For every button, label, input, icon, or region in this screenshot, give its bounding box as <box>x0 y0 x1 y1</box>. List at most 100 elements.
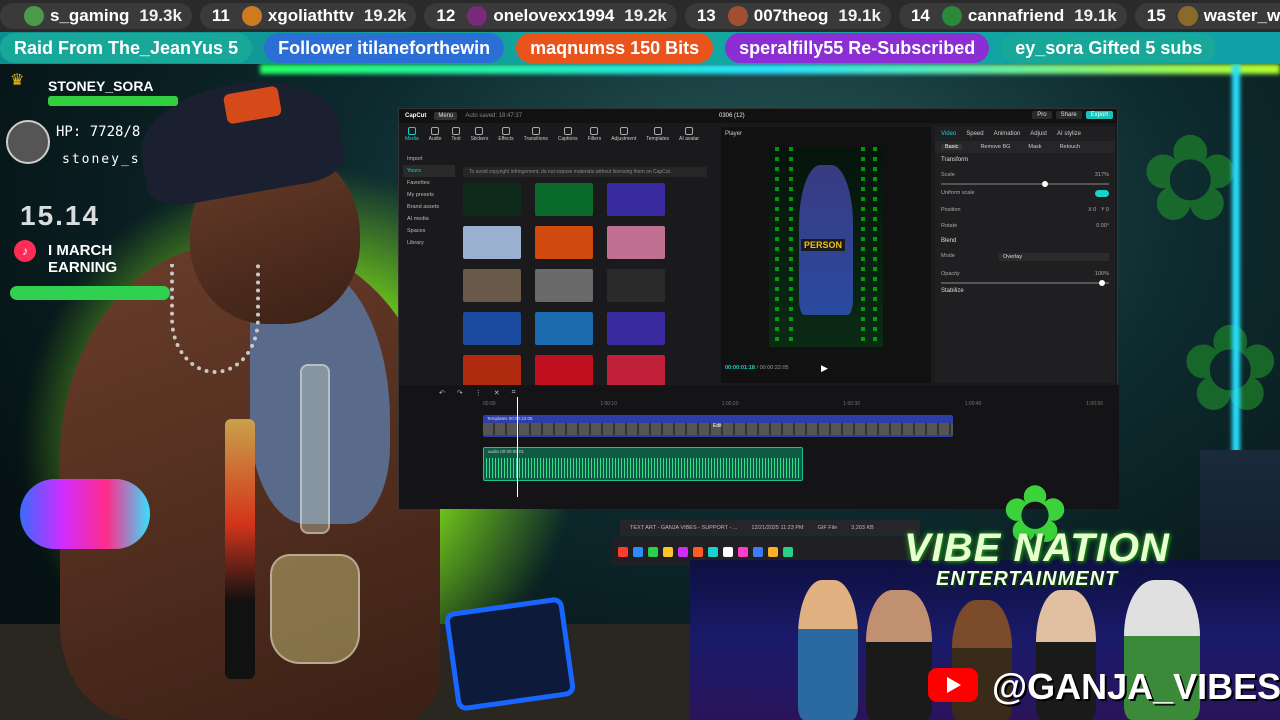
clip-edit-button[interactable]: Edit <box>713 423 722 429</box>
taskbar-app-icon[interactable] <box>663 547 673 557</box>
taskbar-app-icon[interactable] <box>633 547 643 557</box>
tab-animation[interactable]: Animation <box>994 131 1021 137</box>
media-thumbnail[interactable] <box>535 312 593 345</box>
media-thumbnail[interactable] <box>535 355 593 388</box>
tool-icon <box>431 127 440 135</box>
taskbar-app-icon[interactable] <box>618 547 628 557</box>
subtab-basic[interactable]: Basic <box>941 144 963 150</box>
media-thumbnail[interactable] <box>607 183 665 216</box>
sidebar-item-favorites[interactable]: Favorites <box>403 177 455 189</box>
media-thumbnail[interactable] <box>463 355 521 388</box>
media-sidebar: Import Yours Favorites My presets Brand asse… <box>403 153 455 383</box>
tab-adjust[interactable]: Adjust <box>1030 131 1047 137</box>
tool-transitions[interactable]: Transitions <box>524 127 548 143</box>
tool-templates[interactable]: Templates <box>646 127 669 143</box>
sidebar-item-spaces[interactable]: Spaces <box>403 225 455 237</box>
ruler-tick: 1:00:10 <box>600 401 617 407</box>
leaderboard-name: xgoliathttv <box>267 6 354 25</box>
tool-stickers[interactable]: Stickers <box>471 127 488 143</box>
media-thumbnail[interactable] <box>535 226 593 259</box>
tool-audio[interactable]: Audio <box>429 127 441 143</box>
blend-header[interactable]: Blend <box>935 234 1115 248</box>
leaderboard-count: 19.3k <box>139 6 182 25</box>
tool-icon <box>685 127 694 135</box>
glass-bong <box>270 364 360 694</box>
sidebar-item-library[interactable]: Library <box>403 237 455 249</box>
event-alert: Follower itilaneforthewin <box>264 33 505 63</box>
subtab-remove-bg[interactable]: Remove BG <box>980 144 1010 150</box>
tiktok-icon: ♪ <box>14 240 36 262</box>
media-thumbnail[interactable] <box>463 312 521 345</box>
playhead[interactable] <box>517 397 518 497</box>
tool-filters[interactable]: Filters <box>588 127 601 143</box>
media-thumbnail[interactable] <box>463 226 521 259</box>
undo-icon[interactable]: ↶ <box>439 389 445 397</box>
avatar <box>467 6 488 26</box>
menu-button[interactable]: Menu <box>434 112 458 120</box>
event-alert: ey_sora Gifted 5 subs <box>1001 33 1217 63</box>
avatar <box>24 6 44 26</box>
person-caption: PERSON <box>801 239 846 251</box>
tab-speed[interactable]: Speed <box>966 131 983 137</box>
video-clip[interactable]: Templates 00:00:22:05 Edit <box>483 415 953 437</box>
tab-ai-stylize[interactable]: AI stylize <box>1057 131 1081 137</box>
leaderboard-name: 007theog <box>753 6 829 25</box>
media-thumbnail[interactable] <box>535 183 593 216</box>
opacity-slider[interactable] <box>941 280 1109 286</box>
property-tabs: Video Speed Animation Adjust AI stylize <box>935 127 1115 141</box>
tool-captions[interactable]: Captions <box>558 127 578 143</box>
sidebar-item-brand-assets[interactable]: Brand assets <box>403 201 455 213</box>
mode-row: Mode Overlay <box>935 248 1115 266</box>
autosave-status: Auto saved: 18:47:37 <box>465 113 523 119</box>
tab-video[interactable]: Video <box>941 131 956 137</box>
uniform-scale-toggle[interactable] <box>1095 190 1109 197</box>
window-actions: Pro Share Export <box>1032 111 1113 119</box>
tool-media[interactable]: Media <box>405 127 419 143</box>
delete-icon[interactable]: ✕ <box>494 389 500 397</box>
capcut-logo: CapCut <box>405 113 427 119</box>
media-thumbnail[interactable] <box>607 269 665 302</box>
media-thumbnail[interactable] <box>607 312 665 345</box>
crop-icon[interactable]: ⌗ <box>512 389 516 397</box>
split-icon[interactable]: ⋮ <box>475 389 482 397</box>
tool-adjustment[interactable]: Adjustment <box>611 127 636 143</box>
media-thumbnail[interactable] <box>535 269 593 302</box>
media-thumbnail[interactable] <box>463 269 521 302</box>
event-alert: maqnumss 150 Bits <box>516 33 714 63</box>
timeline-tools: ↶ ↷ ⋮ ✕ ⌗ <box>399 385 1119 401</box>
tool-text[interactable]: Text <box>451 127 461 143</box>
timeline-ruler: 00:00 1:00:10 1:00:20 1:00:30 1:00:40 1:00:50 <box>483 401 1103 409</box>
leaderboard-ticker: s_gaming 19.3k 11 xgoliathttv 19.2k 12 onelove… <box>0 0 1280 32</box>
tool-icon <box>531 127 540 135</box>
pro-button[interactable]: Pro <box>1032 111 1052 119</box>
subtab-retouch[interactable]: Retouch <box>1060 144 1081 150</box>
sidebar-item-my-presets[interactable]: My presets <box>403 189 455 201</box>
sidebar-item-yours[interactable]: Yours <box>403 165 455 177</box>
blend-mode-select[interactable]: Overlay <box>999 253 1109 261</box>
ruler-tick: 00:00 <box>483 401 496 407</box>
media-thumbnail[interactable] <box>607 226 665 259</box>
media-thumbnail[interactable] <box>607 355 665 388</box>
leaderboard-name: waster_war_b <box>1203 6 1280 25</box>
media-thumbnail[interactable] <box>463 183 521 216</box>
export-button[interactable]: Export <box>1085 111 1113 119</box>
tool-effects[interactable]: Effects <box>498 127 514 143</box>
capcut-titlebar: CapCut Menu Auto saved: 18:47:37 <box>399 109 1117 123</box>
leaderboard-entry: 15 waster_war_b <box>1134 3 1280 29</box>
leaderboard-rank: 13 <box>696 6 716 25</box>
leaderboard-rank: 12 <box>436 6 456 25</box>
share-button[interactable]: Share <box>1055 111 1082 119</box>
taskbar-app-icon[interactable] <box>678 547 688 557</box>
sidebar-item-ai-media[interactable]: AI media <box>403 213 455 225</box>
taskbar-app-icon[interactable] <box>648 547 658 557</box>
sidebar-item-import[interactable]: Import <box>403 153 455 165</box>
leaderboard-name: s_gaming <box>50 6 130 25</box>
scale-slider[interactable] <box>941 181 1109 187</box>
neon-frame-right <box>1232 64 1240 514</box>
transform-header[interactable]: Transform <box>935 153 1115 167</box>
play-icon[interactable]: ▶ <box>821 363 828 374</box>
redo-icon[interactable]: ↷ <box>457 389 463 397</box>
tool-ai-avatar[interactable]: AI avatar <box>679 127 699 143</box>
stabilize-header[interactable]: Stabilize <box>935 284 1115 298</box>
subtab-mask[interactable]: Mask <box>1028 144 1041 150</box>
